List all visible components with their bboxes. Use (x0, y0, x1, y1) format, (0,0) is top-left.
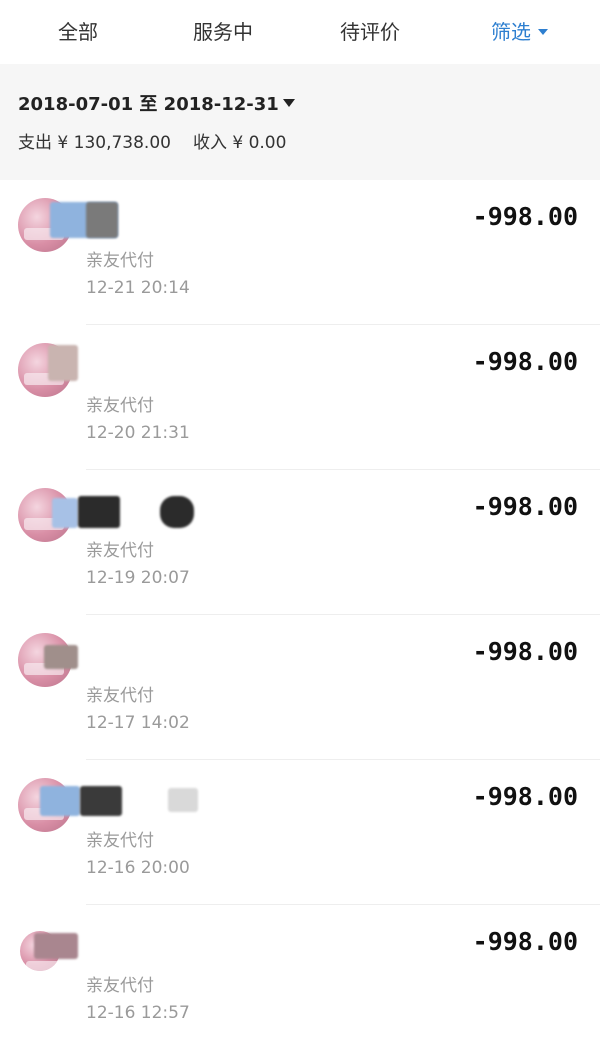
transaction-time: 12-19 20:07 (86, 568, 190, 588)
redacted-name (52, 498, 78, 528)
redacted-name (168, 788, 198, 812)
expense-total: 支出 ¥ 130,738.00 (18, 133, 171, 153)
redacted-name (44, 645, 78, 669)
transaction-row[interactable]: 亲友代付 12-21 20:14 -998.00 (0, 180, 600, 325)
transaction-amount: -998.00 (472, 927, 578, 956)
transaction-row[interactable]: 亲友代付 12-16 12:57 -998.00 (0, 905, 600, 1050)
transaction-row[interactable]: 亲友代付 12-17 14:02 -998.00 (0, 615, 600, 760)
date-range-selector[interactable]: 2018-07-01 至 2018-12-31 (18, 90, 295, 116)
transaction-time: 12-21 20:14 (86, 278, 190, 298)
transaction-time: 12-20 21:31 (86, 423, 190, 443)
transaction-amount: -998.00 (472, 782, 578, 811)
redacted-name (34, 933, 78, 959)
tab-all[interactable]: 全部 (58, 0, 98, 64)
transaction-amount: -998.00 (472, 492, 578, 521)
transaction-row[interactable]: 亲友代付 12-16 20:00 -998.00 (0, 760, 600, 905)
income-total: 收入 ¥ 0.00 (192, 133, 287, 153)
triangle-down-icon (282, 99, 295, 107)
transaction-type: 亲友代付 (86, 976, 154, 996)
transaction-amount: -998.00 (472, 202, 578, 231)
transaction-amount: -998.00 (472, 347, 578, 376)
tab-bar: 全部 服务中 待评价 筛选 (0, 0, 600, 64)
date-range-text: 2018-07-01 至 2018-12-31 (18, 94, 279, 115)
transaction-time: 12-17 14:02 (86, 713, 190, 733)
redacted-name (40, 786, 80, 816)
transaction-time: 12-16 12:57 (86, 1003, 190, 1023)
tab-in-service[interactable]: 服务中 (193, 0, 253, 64)
filter-button[interactable]: 筛选 (491, 0, 548, 64)
transaction-type: 亲友代付 (86, 686, 154, 706)
transaction-amount: -998.00 (472, 637, 578, 666)
filter-label: 筛选 (491, 20, 531, 44)
caret-down-icon (538, 28, 548, 35)
tab-pending-review[interactable]: 待评价 (340, 0, 400, 64)
transaction-row[interactable]: 亲友代付 12-20 21:31 -998.00 (0, 325, 600, 470)
summary-panel: 2018-07-01 至 2018-12-31 支出 ¥ 130,738.00 收… (0, 64, 600, 180)
transaction-type: 亲友代付 (86, 251, 154, 271)
transaction-type: 亲友代付 (86, 831, 154, 851)
redacted-name (48, 345, 78, 381)
transaction-row[interactable]: 亲友代付 12-19 20:07 -998.00 (0, 470, 600, 615)
redacted-name (78, 496, 120, 528)
redacted-name (160, 496, 194, 528)
transaction-type: 亲友代付 (86, 396, 154, 416)
redacted-name (80, 786, 122, 816)
transaction-time: 12-16 20:00 (86, 858, 190, 878)
totals: 支出 ¥ 130,738.00 收入 ¥ 0.00 (18, 128, 286, 153)
redacted-name (86, 202, 118, 238)
transaction-type: 亲友代付 (86, 541, 154, 561)
